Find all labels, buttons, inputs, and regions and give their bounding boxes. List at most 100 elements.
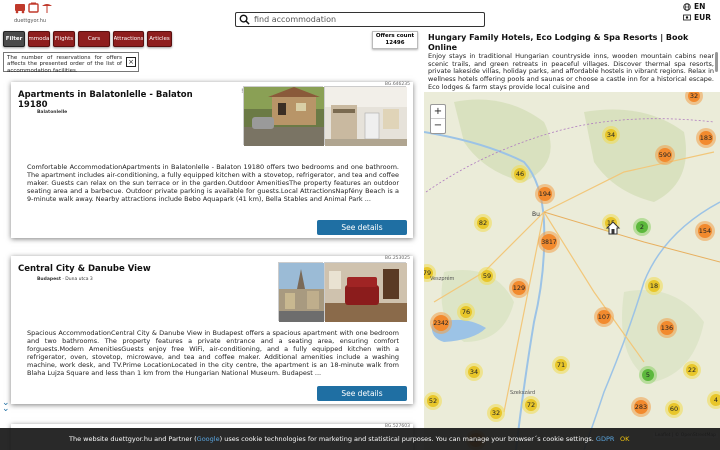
info-map-column: Hungary Family Hotels, Eco Lodging & Spa… (424, 30, 720, 450)
map-canvas[interactable]: 3234 1835904619482 15 2 154381779 59129 187610… (424, 92, 720, 450)
language-selector[interactable]: EN (683, 1, 711, 12)
filter-bar: Filter Accommodations Flights Cars Attra… (3, 31, 172, 47)
listing-photo-2[interactable] (324, 262, 407, 322)
currency-label: EUR (694, 13, 711, 22)
map-city-label: Bu (532, 211, 540, 218)
map-cluster-marker[interactable]: 60 (665, 400, 683, 418)
cookie-text: The website duettgyor.hu and Partner (Go… (69, 435, 614, 443)
map-cluster-count: 60 (670, 405, 678, 413)
listing-description: Spacious AccommodationCentral City & Dan… (27, 329, 399, 377)
cookie-text-part1: The website duettgyor.hu and Partner ( (69, 435, 197, 443)
listing-photo-2[interactable] (324, 86, 407, 146)
map-cluster-count: 71 (557, 361, 565, 369)
attractions-button[interactable]: Attractions (113, 31, 144, 47)
map-cluster-marker[interactable]: 82 (474, 214, 492, 232)
map-cluster-count: 32 (690, 92, 698, 100)
listing-title-line2: 19180 (18, 100, 48, 110)
map-cluster-count: 34 (470, 368, 478, 376)
map-city-label: Szekszárd (510, 389, 535, 396)
map-cluster-marker[interactable]: 2342 (430, 312, 452, 334)
map-cluster-marker[interactable]: 59 (478, 267, 496, 285)
map-cluster-count: 136 (661, 324, 673, 332)
close-icon[interactable]: × (126, 57, 136, 67)
accommodations-button[interactable]: Accommodations (28, 31, 50, 47)
map-cluster-marker[interactable]: 72 (522, 396, 540, 414)
map-cluster-marker[interactable]: 590 (655, 145, 675, 165)
flights-button[interactable]: Flights (53, 31, 75, 47)
scroll-down-icon[interactable]: ⌄ ⌄ (2, 399, 10, 414)
gdpr-link[interactable]: GDPR (596, 435, 614, 443)
map-cluster-count: 72 (527, 401, 535, 409)
logo-text: duettgyor.hu (14, 18, 47, 24)
map-cluster-marker[interactable]: 2 (633, 218, 651, 236)
listing-photo-1[interactable] (278, 262, 324, 322)
map-cluster-marker[interactable]: 32 (487, 404, 505, 422)
see-details-button[interactable]: See details (317, 220, 407, 235)
map-cluster-marker[interactable]: 34 (465, 363, 483, 381)
map-cluster-count: 129 (513, 284, 525, 292)
results-column: Filter Accommodations Flights Cars Attra… (0, 30, 424, 450)
map-cluster-count: 52 (429, 397, 437, 405)
google-link[interactable]: Google (197, 435, 220, 443)
map-cluster-count: 46 (516, 170, 524, 178)
listing-card[interactable]: BG.253025 Central City & Danube View Bud… (11, 256, 413, 404)
map-cluster-marker[interactable]: 34 (602, 126, 620, 144)
cookie-ok-button[interactable]: OK (620, 435, 629, 443)
map-cluster-count: 32 (492, 409, 500, 417)
search-input[interactable]: find accommodation (235, 12, 485, 27)
site-logo[interactable]: duettgyor.hu (14, 2, 58, 24)
map-cluster-count: 5 (646, 371, 650, 379)
listing-photo-1[interactable] (243, 86, 324, 146)
map-cluster-marker[interactable]: 71 (552, 356, 570, 374)
map[interactable]: 32 34 183 590 46 194 82 15 2 154 3817 79 59 129 18 76 10… (424, 92, 720, 450)
map-cluster-marker[interactable]: 107 (594, 307, 614, 327)
map-cluster-marker[interactable]: 3817 (538, 231, 560, 253)
cookie-bar: The website duettgyor.hu and Partner (Go… (0, 428, 720, 450)
see-details-button[interactable]: See details (317, 386, 407, 401)
map-cluster-marker[interactable]: 22 (683, 361, 701, 379)
listing-title[interactable]: Central City & Danube View (18, 264, 151, 274)
offers-count-box: Offers count 12496 (372, 31, 418, 49)
language-currency: EN EUR (683, 1, 711, 23)
search-icon (239, 14, 250, 25)
map-cluster-marker[interactable]: 52 (424, 392, 442, 410)
map-cluster-count: 59 (483, 272, 491, 280)
globe-icon (683, 2, 691, 11)
listing-location: Budapest · Duna utca 3 (37, 277, 93, 282)
filter-button[interactable]: Filter (3, 31, 25, 47)
articles-button[interactable]: Articles (147, 31, 172, 47)
map-cluster-count: 154 (699, 227, 711, 235)
zoom-out-button[interactable]: − (431, 119, 445, 133)
map-cluster-marker[interactable]: 194 (535, 184, 555, 204)
map-cluster-marker[interactable]: 136 (657, 318, 677, 338)
listing-location: Balatonlelle (37, 110, 67, 115)
currency-selector[interactable]: EUR (683, 12, 711, 23)
zoom-in-button[interactable]: + (431, 105, 445, 119)
cars-button[interactable]: Cars (78, 31, 110, 47)
language-label: EN (694, 2, 706, 11)
map-cluster-count: 590 (659, 151, 671, 159)
map-cluster-marker[interactable]: 129 (509, 278, 529, 298)
region-description: Enjoy stays in traditional Hungarian cou… (428, 53, 714, 91)
map-cluster-marker[interactable]: 5 (639, 366, 657, 384)
map-cluster-count: 82 (479, 219, 487, 227)
listing-title[interactable]: Apartments in Balatonlelle - Balaton 191… (18, 90, 193, 110)
map-cluster-marker[interactable]: 183 (696, 128, 716, 148)
sort-notice: The number of reservations for offers af… (3, 52, 139, 74)
see-details-label: See details (341, 223, 383, 232)
map-cluster-marker[interactable]: 154 (695, 221, 715, 241)
listing-card[interactable]: BG.646235 Apartments in Balatonlelle - B… (11, 82, 413, 238)
page: duettgyor.hu find accommodation EN EUR F… (0, 0, 720, 450)
map-cluster-marker[interactable]: 46 (511, 165, 529, 183)
cookie-text-part2: ) uses cookie technologies for marketing… (219, 435, 596, 443)
zoom-controls: + − (430, 104, 446, 134)
map-cluster-marker[interactable]: 18 (645, 277, 663, 295)
map-cluster-marker[interactable]: 76 (457, 303, 475, 321)
sort-notice-text: The number of reservations for offers af… (7, 55, 122, 74)
listing-description: Comfortable AccommodationApartments in B… (27, 163, 399, 203)
description-scrollbar[interactable] (715, 52, 718, 72)
map-cluster-marker[interactable]: 283 (631, 397, 651, 417)
see-details-label: See details (341, 389, 383, 398)
map-cluster-count: 34 (607, 131, 615, 139)
map-cluster-count: 3817 (541, 239, 556, 246)
